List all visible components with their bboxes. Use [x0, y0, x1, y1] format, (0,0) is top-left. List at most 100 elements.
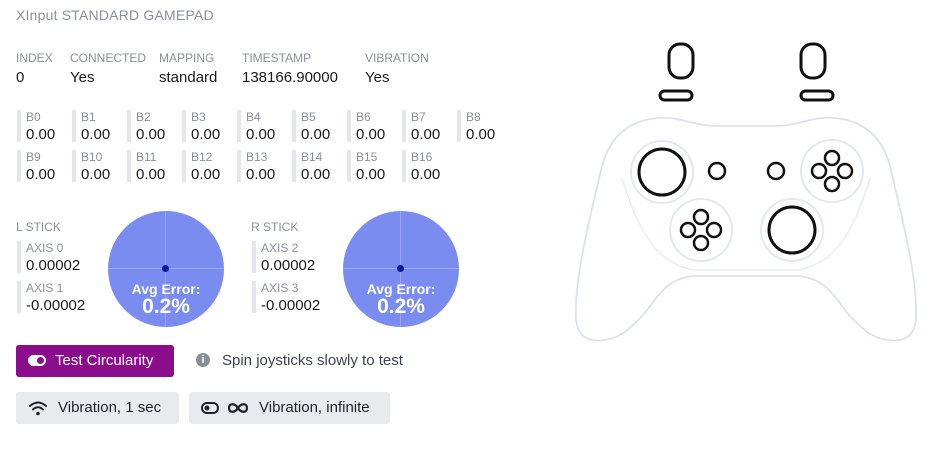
right-bumper — [799, 89, 835, 102]
info-index: INDEX 0 — [16, 51, 53, 86]
button-label: B14 — [301, 150, 323, 164]
button-b15: B15 0.00 — [347, 150, 395, 183]
button-b2: B2 0.00 — [127, 110, 175, 143]
button-label: B0 — [26, 110, 41, 124]
left-trigger — [667, 42, 695, 80]
button-value: 0.00 — [356, 126, 386, 143]
button-b8: B8 0.00 — [457, 110, 505, 143]
button-value: 0.00 — [466, 126, 496, 143]
button-value: 0.00 — [411, 166, 441, 183]
button-label: B11 — [136, 150, 157, 164]
axis-label: AXIS 3 — [261, 281, 299, 295]
button-label: B2 — [136, 110, 151, 124]
hint-text: Spin joysticks slowly to test — [222, 352, 403, 369]
button-label: B13 — [246, 150, 268, 164]
left-stick-circularity: Avg Error: 0.2% — [108, 211, 224, 327]
button-value: 0.00 — [191, 126, 221, 143]
button-value: 0.00 — [356, 166, 386, 183]
info-label: VIBRATION — [365, 51, 429, 65]
test-circularity-button[interactable]: Test Circularity — [16, 345, 174, 377]
button-label: B16 — [411, 150, 433, 164]
button-b14: B14 0.00 — [292, 150, 340, 183]
info-value: 0 — [16, 69, 25, 86]
button-value: 0.00 — [136, 126, 166, 143]
info-label: CONNECTED — [70, 51, 147, 65]
face-buttons-icon — [810, 149, 854, 193]
button-b4: B4 0.00 — [237, 110, 285, 143]
button-label: B12 — [191, 150, 213, 164]
button-label: B3 — [191, 110, 206, 124]
gamepad-illustration — [574, 42, 918, 342]
button-b7: B7 0.00 — [402, 110, 450, 143]
button-label: B15 — [356, 150, 378, 164]
button-label: B4 — [246, 110, 261, 124]
button-value: 0.00 — [191, 166, 221, 183]
button-b3: B3 0.00 — [182, 110, 230, 143]
gamepad-title: XInput STANDARD GAMEPAD — [16, 7, 214, 23]
info-timestamp: TIMESTAMP 138166.90000 — [242, 51, 338, 86]
vibration-1sec-label: Vibration, 1 sec — [58, 399, 162, 416]
right-trigger — [799, 42, 827, 80]
vibration-infinite-label: Vibration, infinite — [259, 399, 370, 416]
info-value: Yes — [70, 69, 95, 86]
info-value: Yes — [365, 69, 390, 86]
left-stick-label: L STICK — [16, 220, 61, 234]
info-vibration: VIBRATION Yes — [365, 51, 429, 86]
right-stick-circularity: Avg Error: 0.2% — [343, 211, 459, 327]
toggle-icon — [28, 355, 46, 366]
button-b1: B1 0.00 — [72, 110, 120, 143]
button-label: B8 — [466, 110, 481, 124]
axis-value: 0.00002 — [26, 257, 81, 274]
button-value: 0.00 — [26, 166, 56, 183]
button-label: B5 — [301, 110, 316, 124]
button-b16: B16 0.00 — [402, 150, 450, 183]
button-value: 0.00 — [301, 126, 331, 143]
axis-label: AXIS 0 — [26, 241, 64, 255]
right-stick-label: R STICK — [251, 220, 299, 234]
start-button-icon — [766, 161, 786, 181]
wifi-icon — [29, 401, 47, 416]
button-value: 0.00 — [26, 126, 56, 143]
axis-value: -0.00002 — [261, 297, 321, 314]
button-label: B10 — [81, 150, 103, 164]
button-value: 0.00 — [411, 126, 441, 143]
right-stick-position-dot — [397, 265, 404, 272]
info-label: INDEX — [16, 51, 53, 65]
info-value: standard — [159, 69, 218, 86]
info-value: 138166.90000 — [242, 69, 338, 86]
button-label: B6 — [356, 110, 371, 124]
info-label: TIMESTAMP — [242, 51, 312, 65]
button-b10: B10 0.00 — [72, 150, 120, 183]
right-stick-knob — [767, 205, 817, 255]
axis-label: AXIS 1 — [26, 281, 64, 295]
button-b9: B9 0.00 — [17, 150, 65, 183]
avg-error-value: 0.2% — [377, 295, 425, 318]
button-label: B7 — [411, 110, 426, 124]
button-b5: B5 0.00 — [292, 110, 340, 143]
button-b13: B13 0.00 — [237, 150, 285, 183]
button-b0: B0 0.00 — [17, 110, 65, 143]
axis-label: AXIS 2 — [261, 241, 299, 255]
avg-error-value: 0.2% — [142, 295, 190, 318]
dpad-icon — [679, 208, 723, 252]
left-bumper — [658, 89, 694, 102]
info-mapping: MAPPING standard — [159, 51, 217, 86]
button-value: 0.00 — [81, 126, 111, 143]
button-b11: B11 0.00 — [127, 150, 175, 183]
info-icon: i — [196, 353, 210, 367]
info-connected: CONNECTED Yes — [70, 51, 146, 86]
vibration-infinite-button[interactable]: Vibration, infinite — [189, 392, 390, 424]
toggle-off-icon — [201, 402, 219, 414]
axis-value: 0.00002 — [261, 257, 316, 274]
button-value: 0.00 — [246, 126, 276, 143]
controller-body — [574, 116, 918, 342]
test-circularity-label: Test Circularity — [55, 352, 154, 369]
info-label: MAPPING — [159, 51, 215, 65]
left-stick-knob — [637, 147, 687, 197]
left-stick-position-dot — [162, 265, 169, 272]
vibration-1sec-button[interactable]: Vibration, 1 sec — [16, 392, 179, 424]
button-label: B9 — [26, 150, 41, 164]
button-b12: B12 0.00 — [182, 150, 230, 183]
select-button-icon — [707, 161, 727, 181]
axis-value: -0.00002 — [26, 297, 86, 314]
